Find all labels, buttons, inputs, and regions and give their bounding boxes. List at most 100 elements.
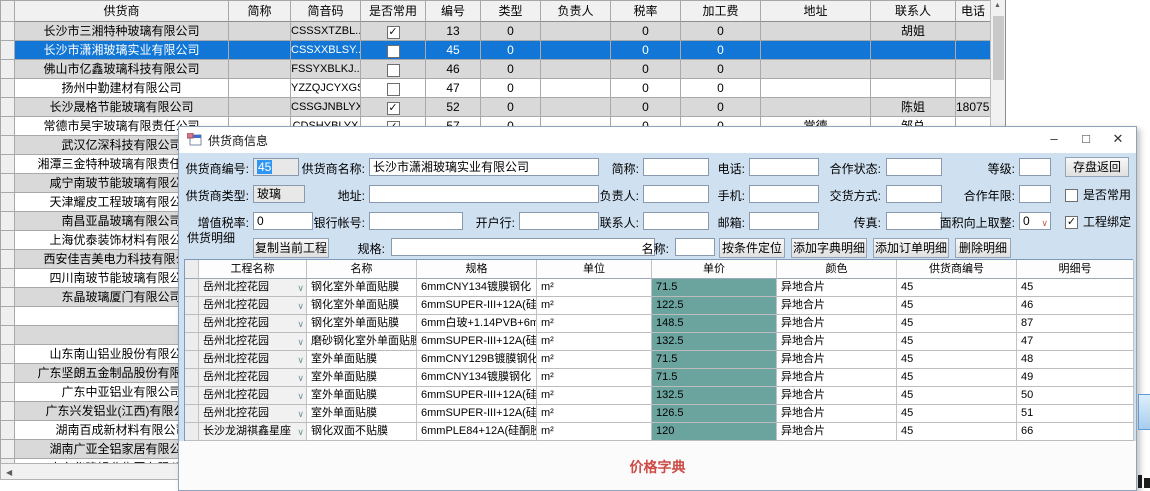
phone-input[interactable] [749,158,819,176]
grade-input[interactable] [1019,158,1051,176]
close-button[interactable]: ✕ [1102,127,1134,153]
column-header[interactable]: 是否常用 [361,1,426,22]
detail-column-header[interactable]: 单位 [537,260,652,279]
price-cell[interactable]: 122.5 [652,297,777,315]
price-cell[interactable]: 126.5 [652,405,777,423]
supplier-row[interactable]: 佛山市亿鑫玻璃科技有限公司FSSYXBLKJ..46000 [1,60,990,79]
bank-account-input[interactable] [369,212,463,230]
column-header[interactable]: 供货商 [15,1,229,22]
combo-down-icon[interactable]: ∨ [297,334,304,351]
column-header[interactable]: 加工费 [681,1,761,22]
column-header[interactable]: 联系人 [871,1,956,22]
spec-filter-input[interactable] [391,238,655,256]
detail-column-header[interactable]: 规格 [417,260,537,279]
price-cell[interactable]: 71.5 [652,351,777,369]
detail-column-header[interactable]: 单价 [652,260,777,279]
supplier-row[interactable]: 长沙市三湘特种玻璃有限公司CSSSXTZBL..✓13000胡姐 [1,22,990,41]
common-checkbox[interactable] [387,45,400,58]
project-combo-cell[interactable]: 岳州北控花园∨ [199,387,307,405]
price-cell[interactable]: 132.5 [652,333,777,351]
combo-down-icon[interactable]: ∨ [297,424,304,441]
detail-row[interactable]: 岳州北控花园∨室外单面贴膜6mmCNY129B镀膜钢化m²71.5异地合片454… [185,351,1132,369]
column-header[interactable]: 类型 [481,1,541,22]
detail-column-header[interactable]: 名称 [307,260,417,279]
supplier-row[interactable]: 长沙晟格节能玻璃有限公司CSSGJNBLYXGS✓52000陈姐180751 [1,98,990,117]
combo-down-icon[interactable]: ∨ [297,388,304,405]
price-cell[interactable]: 71.5 [652,279,777,297]
area-roundup-combobox[interactable]: 0 ∨ [1019,212,1051,230]
project-combo-cell[interactable]: 长沙龙湖祺鑫星座∨ [199,423,307,441]
combo-down-icon[interactable]: ∨ [1041,215,1048,230]
detail-row[interactable]: 岳州北控花园∨室外单面贴膜6mmCNY134镀膜钢化m²71.5异地合片4549 [185,369,1132,387]
combo-down-icon[interactable]: ∨ [297,370,304,387]
detail-row[interactable]: 岳州北控花园∨钢化室外单面贴膜6mmSUPER-III+12A(硅...m²12… [185,297,1132,315]
project-combo-cell[interactable]: 岳州北控花园∨ [199,279,307,297]
address-input[interactable] [369,185,599,203]
price-cell[interactable]: 120 [652,423,777,441]
detail-row[interactable]: 长沙龙湖祺鑫星座∨钢化双面不贴膜6mmPLE84+12A(硅酮胶...m²120… [185,423,1132,441]
supplier-info-dialog: 供货商信息 – □ ✕ 供货商编号: 45 供货商名称: 长沙市潇湘玻璃实业有限… [178,126,1137,491]
combo-down-icon[interactable]: ∨ [297,352,304,369]
email-input[interactable] [749,212,819,230]
column-header[interactable]: 负责人 [541,1,611,22]
coop-years-input[interactable] [1019,185,1051,203]
name-filter-input[interactable] [675,238,715,256]
mobile-input[interactable] [749,185,819,203]
save-return-button[interactable]: 存盘返回 [1065,157,1129,177]
project-combo-cell[interactable]: 岳州北控花园∨ [199,333,307,351]
common-checkbox[interactable]: ✓ [387,26,400,39]
supplier-row[interactable]: 长沙市潇湘玻璃实业有限公司CSSXXBLSY..45000 [1,41,990,60]
detail-column-header[interactable]: 明细号 [1017,260,1134,279]
detail-row[interactable]: 岳州北控花园∨钢化室外单面贴膜6mm白玻+1.14PVB+6mm...m²148… [185,315,1132,333]
short-name-input[interactable] [643,158,709,176]
scroll-up-icon[interactable]: ▲ [994,2,1001,9]
contact-input[interactable] [643,212,709,230]
add-dict-detail-button[interactable]: 添加字典明细 [791,238,867,258]
column-header[interactable]: 税率 [611,1,681,22]
column-header[interactable]: 编号 [426,1,481,22]
supplier-row[interactable]: 扬州中勤建材有限公司YZZQJCYXGS47000 [1,79,990,98]
add-order-detail-button[interactable]: 添加订单明细 [873,238,949,258]
manager-input[interactable] [643,185,709,203]
detail-row[interactable]: 岳州北控花园∨钢化室外单面贴膜6mmCNY134镀膜钢化m²71.5异地合片45… [185,279,1132,297]
supplier-name-input[interactable]: 长沙市潇湘玻璃实业有限公司 [369,158,599,176]
common-checkbox[interactable] [387,64,400,77]
column-header[interactable]: 简称 [229,1,291,22]
minimize-button[interactable]: – [1038,127,1070,153]
common-checkbox[interactable] [387,83,400,96]
scroll-left-icon[interactable]: ◀ [6,468,12,477]
price-cell[interactable]: 148.5 [652,315,777,333]
maximize-button[interactable]: □ [1070,127,1102,153]
detail-column-header[interactable]: 供货商编号 [897,260,1017,279]
project-combo-cell[interactable]: 岳州北控花园∨ [199,351,307,369]
combo-down-icon[interactable]: ∨ [297,316,304,333]
detail-column-header[interactable]: 工程名称 [199,260,307,279]
project-combo-cell[interactable]: 岳州北控花园∨ [199,315,307,333]
locate-by-condition-button[interactable]: 按条件定位 [719,238,785,258]
project-combo-cell[interactable]: 岳州北控花园∨ [199,369,307,387]
detail-row[interactable]: 岳州北控花园∨室外单面贴膜6mmSUPER-III+12A(硅...m²132.… [185,387,1132,405]
cell-name: 长沙市潇湘玻璃实业有限公司 [15,41,229,60]
price-cell[interactable]: 71.5 [652,369,777,387]
combo-down-icon[interactable]: ∨ [297,406,304,423]
project-combo-cell[interactable]: 岳州北控花园∨ [199,297,307,315]
project-bind-label: 工程绑定 [1083,213,1131,230]
detail-row[interactable]: 岳州北控花园∨室外单面贴膜6mmSUPER-III+12A(硅...m²126.… [185,405,1132,423]
common-checkbox[interactable]: ✓ [387,102,400,115]
column-header[interactable]: 简音码 [291,1,361,22]
common-use-checkbox[interactable] [1065,189,1078,202]
row-header-cell [185,405,199,423]
delete-detail-button[interactable]: 删除明细 [955,238,1011,258]
dialog-titlebar[interactable]: 供货商信息 – □ ✕ [179,127,1136,153]
detail-row[interactable]: 岳州北控花园∨磨砂钢化室外单面贴膜6mmSUPER-III+12A(硅...m²… [185,333,1132,351]
detail-column-header[interactable]: 颜色 [777,260,897,279]
scrollbar-thumb[interactable] [993,16,1004,80]
copy-current-project-button[interactable]: 复制当前工程 [253,238,329,258]
combo-down-icon[interactable]: ∨ [297,298,304,315]
column-header[interactable]: 电话 [956,1,991,22]
project-bind-checkbox[interactable]: ✓ [1065,216,1078,229]
column-header[interactable]: 地址 [761,1,871,22]
project-combo-cell[interactable]: 岳州北控花园∨ [199,405,307,423]
combo-down-icon[interactable]: ∨ [297,280,304,297]
price-cell[interactable]: 132.5 [652,387,777,405]
